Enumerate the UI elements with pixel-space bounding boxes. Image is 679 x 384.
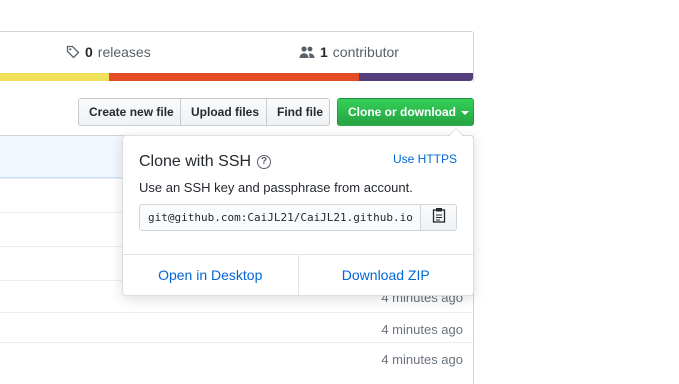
language-segment[interactable] (359, 73, 473, 81)
find-file-button[interactable]: Find file (266, 98, 330, 126)
releases-link[interactable]: 0 releases (66, 44, 151, 60)
upload-files-button[interactable]: Upload files (180, 98, 267, 126)
clone-url-group (139, 204, 457, 231)
contributors-link[interactable]: 1 contributor (299, 44, 399, 60)
clone-actions: Open in Desktop Download ZIP (123, 254, 473, 295)
open-in-desktop-button[interactable]: Open in Desktop (123, 255, 298, 295)
use-https-link[interactable]: Use HTTPS (393, 152, 457, 166)
clone-or-download-label: Clone or download (348, 105, 456, 119)
file-row[interactable]: 4 minutes ago (0, 312, 473, 346)
releases-count: 0 (85, 44, 93, 60)
people-icon (299, 45, 315, 59)
file-age: 4 minutes ago (381, 322, 463, 337)
clone-dropdown-header: Clone with SSH ? (139, 153, 272, 171)
contributors-label: contributor (332, 44, 399, 60)
releases-label: releases (97, 44, 151, 60)
language-bar[interactable] (0, 73, 473, 81)
contributors-count: 1 (320, 44, 328, 60)
file-age: 4 minutes ago (381, 352, 463, 367)
clone-dropdown: Clone with SSH ? Use HTTPS Use an SSH ke… (122, 128, 474, 296)
question-icon[interactable]: ? (257, 155, 272, 169)
copy-url-button[interactable] (421, 204, 457, 231)
create-new-file-button[interactable]: Create new file (78, 98, 181, 126)
caret-down-icon (461, 110, 469, 115)
clone-dropdown-title: Clone with SSH (139, 153, 252, 170)
clone-url-input[interactable] (139, 204, 421, 231)
language-segment[interactable] (0, 73, 109, 81)
download-zip-button[interactable]: Download ZIP (297, 255, 474, 295)
language-segment[interactable] (108, 73, 360, 81)
tag-icon (66, 45, 80, 59)
clone-description: Use an SSH key and passphrase from accou… (139, 180, 413, 195)
file-row[interactable]: 4 minutes ago (0, 342, 473, 376)
clipboard-icon (432, 207, 446, 228)
